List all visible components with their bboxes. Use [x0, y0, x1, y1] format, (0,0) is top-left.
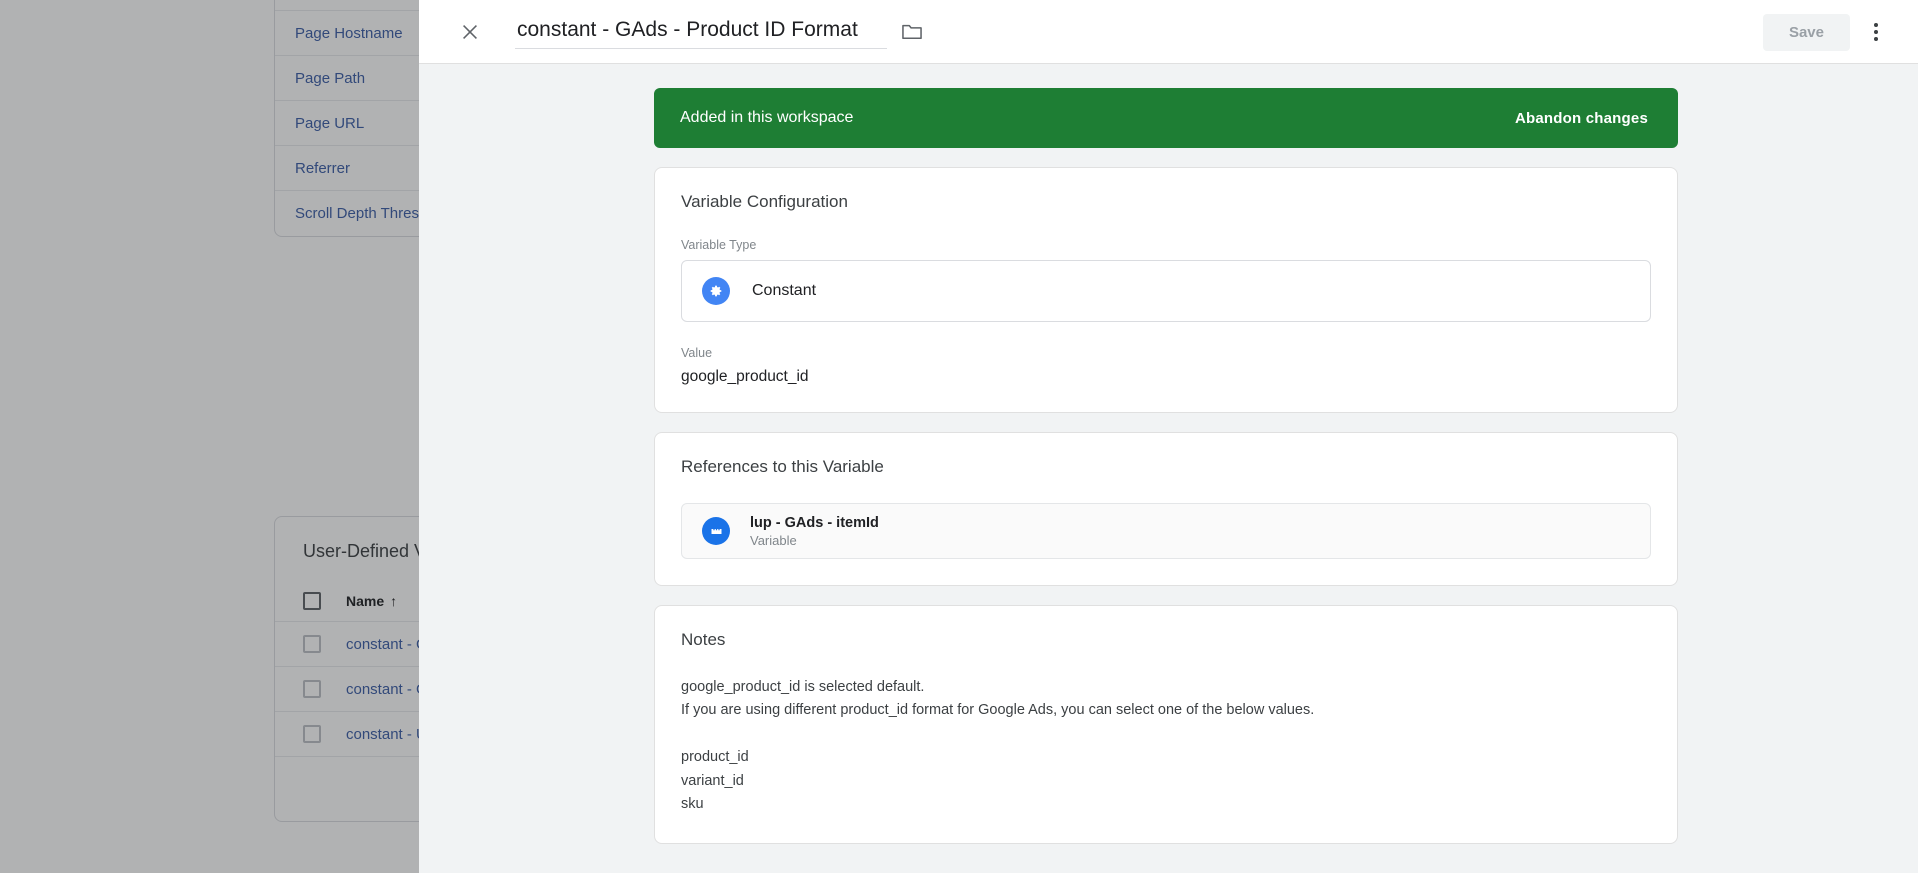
close-icon[interactable]: [453, 15, 487, 49]
banner-message: Added in this workspace: [680, 109, 854, 126]
variable-type-label: Variable Type: [681, 238, 757, 252]
variable-block-icon: [702, 517, 730, 545]
variable-name-input[interactable]: [515, 14, 887, 49]
modal-header: Save: [419, 0, 1918, 64]
notes-title: Notes: [681, 630, 726, 649]
content-column: Added in this workspace Abandon changes …: [654, 88, 1678, 844]
value-label: Value: [681, 346, 713, 360]
variable-configuration-title: Variable Configuration: [681, 192, 848, 211]
header-actions: Save: [1762, 0, 1896, 64]
kebab-menu-icon[interactable]: [1856, 12, 1896, 52]
notes-card: Notes google_product_id is selected defa…: [654, 605, 1678, 844]
reference-name: lup - GAds - itemId: [750, 514, 879, 531]
reference-item[interactable]: lup - GAds - itemId Variable: [681, 503, 1651, 559]
workspace-status-banner: Added in this workspace Abandon changes: [654, 88, 1678, 148]
variable-configuration-card: Variable Configuration Variable Type Con…: [654, 167, 1678, 413]
value-field[interactable]: google_product_id: [681, 368, 1651, 386]
save-button[interactable]: Save: [1762, 13, 1850, 51]
modal-body: Added in this workspace Abandon changes …: [419, 64, 1918, 873]
references-title: References to this Variable: [681, 457, 884, 476]
title-group: [515, 14, 925, 49]
notes-text[interactable]: google_product_id is selected default. I…: [681, 676, 1651, 817]
variable-type-selector[interactable]: Constant: [681, 260, 1651, 322]
reference-type: Variable: [750, 532, 797, 548]
abandon-changes-button[interactable]: Abandon changes: [1515, 110, 1648, 127]
references-card: References to this Variable lup - GAds -…: [654, 432, 1678, 586]
variable-type-name: Constant: [752, 282, 817, 299]
reference-text-group: lup - GAds - itemId Variable: [750, 515, 879, 548]
variable-editor-modal: Save Added in this workspace Abandon cha…: [419, 0, 1918, 873]
folder-icon[interactable]: [899, 21, 925, 43]
constant-gear-icon: [702, 277, 730, 305]
